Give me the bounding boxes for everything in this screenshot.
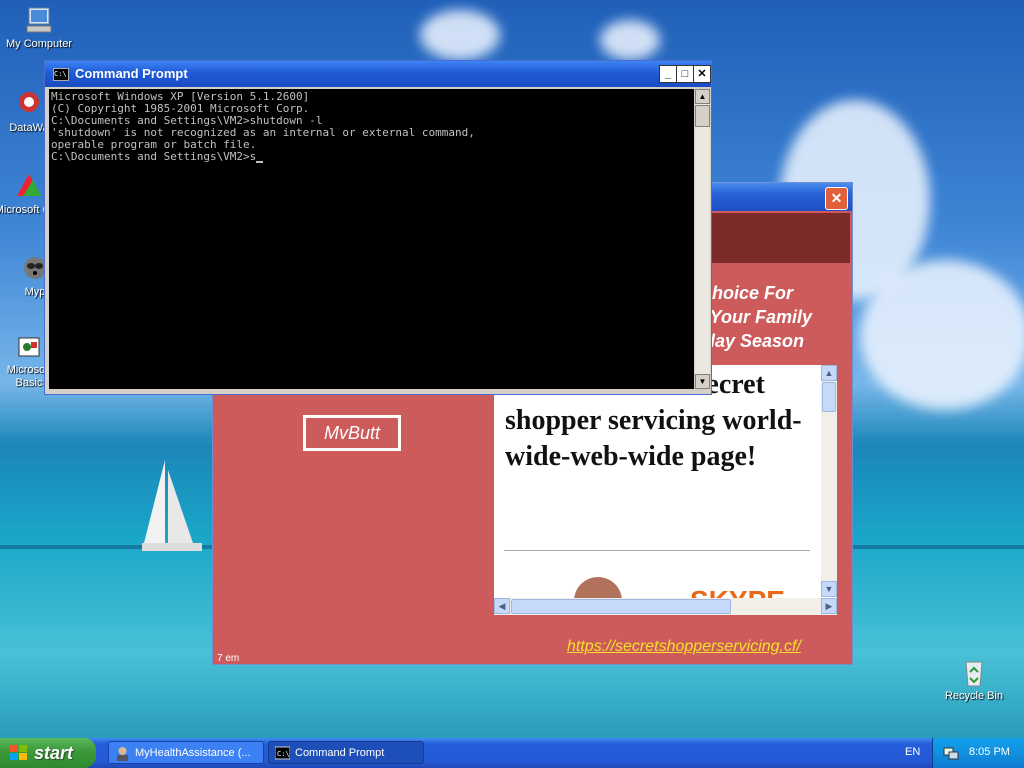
sailboat-image: [142, 460, 202, 551]
scroll-up-arrow-icon[interactable]: ▲: [821, 365, 837, 381]
truncated-label: 7 em: [217, 653, 240, 664]
taskbar-button-label: MyHealthAssistance (...: [135, 747, 251, 759]
scroll-down-arrow-icon[interactable]: ▼: [821, 581, 837, 597]
scroll-left-arrow-icon[interactable]: ◀: [494, 598, 510, 614]
visual-basic-icon: [13, 330, 45, 362]
cmd-title-bar[interactable]: C:\ Command Prompt _ □ ✕: [45, 61, 711, 87]
desktop-icon-label: My Computer: [5, 38, 73, 50]
web-horizontal-scrollbar[interactable]: ◀ ▶: [494, 598, 837, 615]
scroll-right-arrow-icon[interactable]: ▶: [821, 598, 837, 614]
close-button[interactable]: ✕: [693, 65, 711, 83]
svg-text:C:\: C:\: [277, 750, 290, 758]
computer-icon: [23, 4, 55, 36]
vertical-scroll-thumb[interactable]: [822, 382, 836, 412]
language-indicator[interactable]: EN: [905, 746, 920, 758]
cmd-icon: C:\: [275, 746, 290, 760]
minimize-button[interactable]: _: [659, 65, 677, 83]
embedded-web-view[interactable]: Welcome to the secret shopper servicing …: [494, 365, 837, 615]
start-button[interactable]: start: [0, 738, 96, 768]
maximize-button[interactable]: □: [676, 65, 694, 83]
cmd-title: Command Prompt: [75, 66, 188, 81]
text-cursor: [256, 161, 264, 163]
desktop-icon-label: Recycle Bin: [944, 690, 1004, 702]
scroll-down-arrow-icon[interactable]: ▼: [695, 374, 710, 389]
cmd-vertical-scrollbar[interactable]: ▲ ▼: [695, 89, 710, 389]
mvbutt-button[interactable]: MvButt: [303, 415, 401, 451]
visual-cpp-icon: [13, 170, 45, 202]
app-icon: [13, 88, 45, 120]
scroll-up-arrow-icon[interactable]: ▲: [695, 89, 710, 104]
taskbar-button-label: Command Prompt: [295, 747, 385, 759]
taskbar-button-myhealth[interactable]: MyHealthAssistance (...: [108, 741, 264, 764]
command-prompt-window[interactable]: C:\ Command Prompt _ □ ✕ Microsoft Windo…: [44, 60, 712, 395]
console-output[interactable]: Microsoft Windows XP [Version 5.1.2600](…: [49, 89, 694, 389]
taskbar: start MyHealthAssistance (... C:\ Comman…: [0, 738, 1024, 768]
start-label: start: [34, 743, 74, 763]
clock[interactable]: 8:05 PM: [969, 746, 1010, 758]
scroll-thumb[interactable]: [695, 105, 710, 127]
console-input[interactable]: C:\Documents and Settings\VM2>s: [51, 150, 256, 163]
wallpaper-cloud: [860, 260, 1024, 410]
network-icon[interactable]: [943, 745, 959, 761]
person-icon: [117, 747, 128, 761]
taskbar-button-command-prompt[interactable]: C:\ Command Prompt: [268, 741, 424, 764]
wallpaper-cloud: [420, 10, 500, 60]
console-prompt-line[interactable]: C:\Documents and Settings\VM2>s: [51, 151, 694, 163]
secret-shopper-link[interactable]: https://secretshopperservicing.cf/: [567, 638, 801, 656]
desktop-icon-recycle-bin[interactable]: Recycle Bin: [937, 656, 1011, 703]
windows-logo-icon: [10, 745, 27, 760]
system-tray: 8:05 PM: [932, 738, 1024, 768]
wallpaper-cloud: [600, 20, 660, 60]
app-close-button[interactable]: ✕: [825, 187, 848, 210]
cmd-icon: C:\: [53, 68, 69, 81]
web-divider: [504, 550, 810, 551]
horizontal-scroll-thumb[interactable]: [511, 599, 731, 614]
desktop-icon-my-computer[interactable]: My Computer: [2, 4, 76, 51]
web-vertical-scrollbar[interactable]: ▲ ▼: [821, 365, 837, 597]
recycle-bin-icon: [958, 656, 990, 688]
